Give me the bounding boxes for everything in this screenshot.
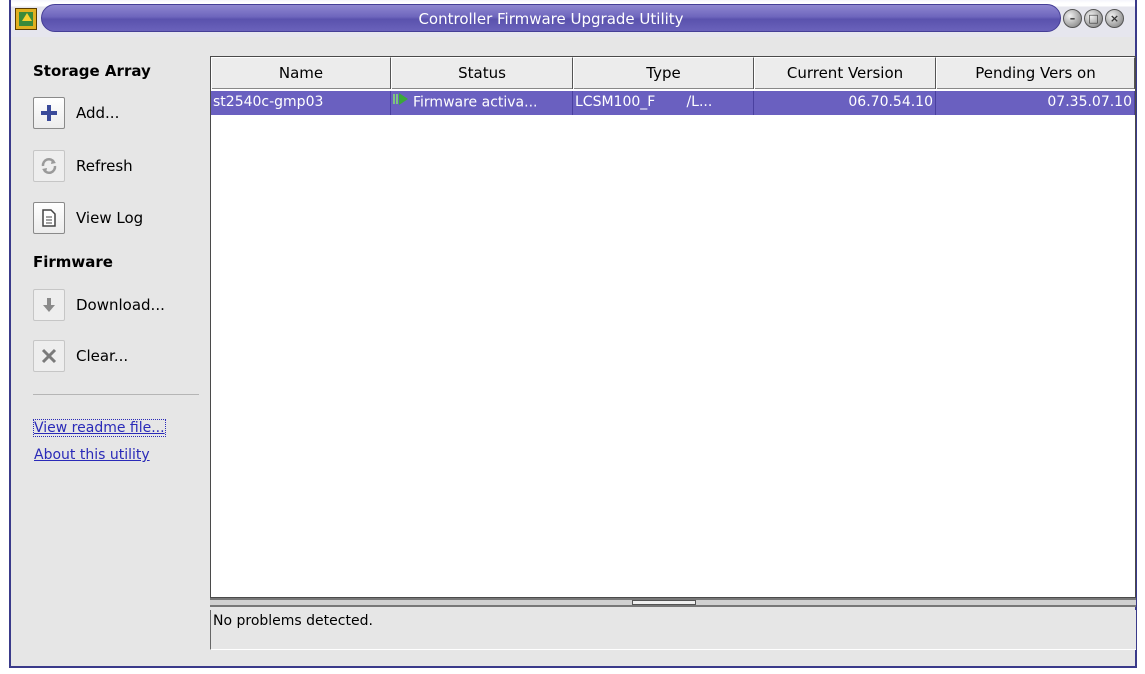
- cell-name: st2540c-gmp03: [211, 91, 391, 115]
- cell-status-text: Firmware activa...: [413, 94, 538, 111]
- cell-status: Firmware activa...: [391, 91, 573, 115]
- cell-type: LCSM100_F /L...: [573, 91, 754, 115]
- x-icon[interactable]: [33, 340, 65, 372]
- view-log-button[interactable]: View Log: [33, 200, 203, 236]
- status-message: No problems detected.: [213, 613, 373, 629]
- status-message-area: No problems detected.: [210, 610, 1136, 650]
- download-label: Download...: [76, 296, 165, 314]
- column-header-current-version[interactable]: Current Version: [754, 57, 936, 89]
- add-label: Add...: [76, 104, 120, 122]
- column-header-pending-version[interactable]: Pending Vers on: [936, 57, 1135, 89]
- title-pill: Controller Firmware Upgrade Utility: [41, 4, 1061, 32]
- cell-pending-version: 07.35.07.10: [936, 91, 1135, 115]
- refresh-icon[interactable]: [33, 150, 65, 182]
- download-button[interactable]: Download...: [33, 287, 203, 323]
- sidebar: Storage Array Add... Refresh View Log Fi…: [25, 40, 205, 660]
- splitter-grip[interactable]: [632, 600, 696, 605]
- minimize-icon[interactable]: –: [1063, 9, 1082, 28]
- view-readme-link[interactable]: View readme file...: [33, 419, 166, 437]
- table-row[interactable]: st2540c-gmp03 Firmware activa... LCSM100…: [211, 91, 1135, 115]
- close-icon[interactable]: ×: [1105, 9, 1124, 28]
- download-arrow-icon[interactable]: [33, 289, 65, 321]
- cell-current-version: 06.70.54.10: [754, 91, 936, 115]
- clear-button[interactable]: Clear...: [33, 338, 203, 374]
- about-utility-link[interactable]: About this utility: [34, 447, 150, 463]
- refresh-button[interactable]: Refresh: [33, 148, 203, 184]
- column-header-status[interactable]: Status: [391, 57, 573, 89]
- storage-array-table[interactable]: Name Status Type Current Version Pending…: [210, 56, 1136, 598]
- table-header: Name Status Type Current Version Pending…: [211, 57, 1135, 89]
- plus-icon[interactable]: [33, 97, 65, 129]
- column-header-name[interactable]: Name: [211, 57, 391, 89]
- play-status-icon: [393, 91, 409, 114]
- column-header-type[interactable]: Type: [573, 57, 754, 89]
- maximize-icon[interactable]: □: [1084, 9, 1103, 28]
- app-icon[interactable]: [15, 8, 37, 30]
- pane-splitter[interactable]: [210, 598, 1136, 607]
- add-button[interactable]: Add...: [33, 95, 203, 131]
- refresh-label: Refresh: [76, 157, 133, 175]
- main-window: Controller Firmware Upgrade Utility – □ …: [9, 0, 1137, 668]
- sidebar-divider: [33, 394, 199, 395]
- title-bar[interactable]: Controller Firmware Upgrade Utility – □ …: [11, 0, 1135, 37]
- clear-label: Clear...: [76, 347, 129, 365]
- view-log-label: View Log: [76, 209, 144, 227]
- window-title: Controller Firmware Upgrade Utility: [418, 10, 684, 28]
- storage-array-heading: Storage Array: [33, 62, 151, 80]
- firmware-heading: Firmware: [33, 253, 113, 271]
- document-icon[interactable]: [33, 202, 65, 234]
